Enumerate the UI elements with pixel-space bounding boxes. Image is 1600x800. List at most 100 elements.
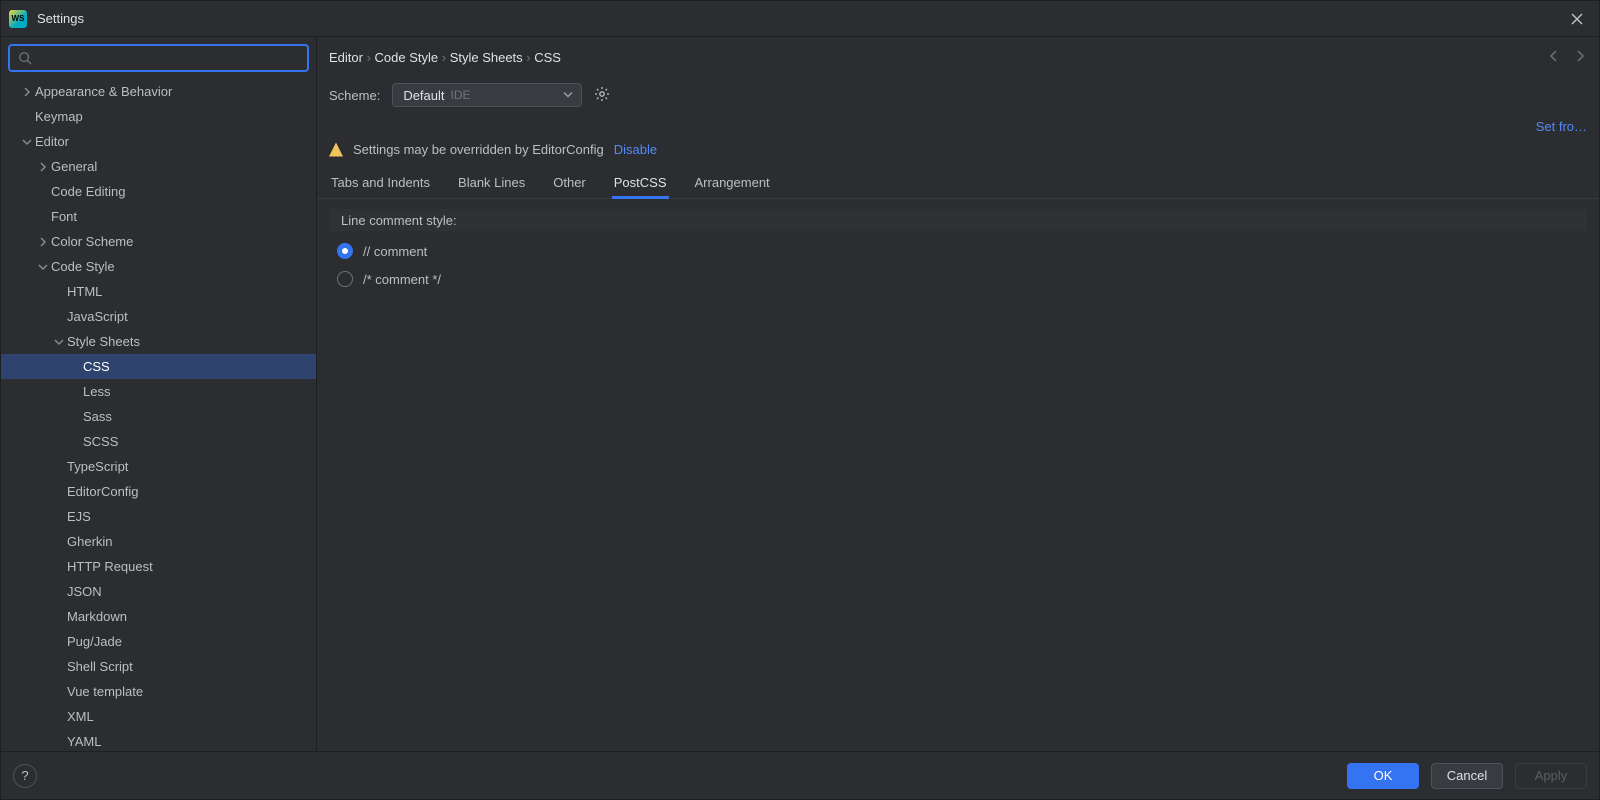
tree-item[interactable]: SCSS	[1, 429, 316, 454]
chevron-right-icon	[35, 237, 51, 247]
search-input[interactable]	[38, 51, 299, 66]
arrow-right-icon	[1573, 49, 1587, 63]
tree-item[interactable]: YAML	[1, 729, 316, 751]
tree-item[interactable]: JavaScript	[1, 304, 316, 329]
tree-item-label: Code Style	[51, 259, 115, 274]
tree-item-label: Less	[83, 384, 110, 399]
radio-label: // comment	[363, 244, 427, 259]
chevron-down-icon	[19, 137, 35, 147]
tree-item-label: Keymap	[35, 109, 83, 124]
tree-item-label: Pug/Jade	[67, 634, 122, 649]
gear-icon	[594, 86, 610, 102]
help-button[interactable]: ?	[13, 764, 37, 788]
settings-tree[interactable]: Appearance & Behavior Keymap Editor General…	[1, 79, 316, 751]
tree-item[interactable]: EditorConfig	[1, 479, 316, 504]
scheme-actions-button[interactable]	[594, 86, 610, 105]
tree-item[interactable]: Gherkin	[1, 529, 316, 554]
tab-other[interactable]: Other	[551, 169, 588, 199]
tree-item[interactable]: Code Editing	[1, 179, 316, 204]
disable-editorconfig-link[interactable]: Disable	[614, 142, 657, 157]
apply-label: Apply	[1535, 768, 1568, 783]
dialog-footer: ? OK Cancel Apply	[1, 751, 1599, 799]
chevron-right-icon	[19, 87, 35, 97]
search-field[interactable]	[8, 44, 309, 72]
tree-item-label: CSS	[83, 359, 110, 374]
tree-item-label: TypeScript	[67, 459, 128, 474]
tab-arrangement[interactable]: Arrangement	[693, 169, 772, 199]
tree-item[interactable]: Code Style	[1, 254, 316, 279]
tree-item-label: JSON	[67, 584, 102, 599]
scheme-label: Scheme:	[329, 88, 380, 103]
tab-blank-lines[interactable]: Blank Lines	[456, 169, 527, 199]
tree-item[interactable]: Editor	[1, 129, 316, 154]
tree-item-label: Appearance & Behavior	[35, 84, 172, 99]
tree-item[interactable]: CSS	[1, 354, 316, 379]
chevron-down-icon	[35, 262, 51, 272]
warning-text: Settings may be overridden by EditorConf…	[353, 142, 604, 157]
titlebar: WS Settings	[1, 1, 1599, 37]
tree-item[interactable]: Pug/Jade	[1, 629, 316, 654]
tree-item-label: JavaScript	[67, 309, 128, 324]
tree-item-label: SCSS	[83, 434, 118, 449]
radio-label: /* comment */	[363, 272, 441, 287]
scheme-dropdown[interactable]: Default IDE	[392, 83, 582, 107]
tree-item[interactable]: EJS	[1, 504, 316, 529]
nav-forward-button[interactable]	[1573, 49, 1587, 66]
radio-icon	[337, 243, 353, 259]
tab-postcss[interactable]: PostCSS	[612, 169, 669, 199]
tree-item-label: Vue template	[67, 684, 143, 699]
settings-content: Editor › Code Style › Style Sheets › CSS…	[317, 37, 1599, 751]
section-header-label: Line comment style:	[341, 213, 457, 228]
tree-item-label: Sass	[83, 409, 112, 424]
cancel-label: Cancel	[1447, 768, 1487, 783]
app-logo-icon: WS	[9, 10, 27, 28]
tree-item[interactable]: General	[1, 154, 316, 179]
tree-item-label: Code Editing	[51, 184, 125, 199]
tree-item[interactable]: Less	[1, 379, 316, 404]
close-button[interactable]	[1563, 5, 1591, 33]
tree-item-label: EJS	[67, 509, 91, 524]
comment-style-option[interactable]: /* comment */	[329, 265, 1587, 293]
chevron-down-icon	[563, 88, 573, 103]
tree-item[interactable]: TypeScript	[1, 454, 316, 479]
tree-item[interactable]: HTTP Request	[1, 554, 316, 579]
tab-tabs-and-indents[interactable]: Tabs and Indents	[329, 169, 432, 199]
ok-button[interactable]: OK	[1347, 763, 1419, 789]
breadcrumb-item[interactable]: Style Sheets	[450, 50, 523, 65]
scheme-value: Default	[403, 88, 444, 103]
tree-item[interactable]: Keymap	[1, 104, 316, 129]
ok-label: OK	[1374, 768, 1393, 783]
window-title: Settings	[37, 11, 1563, 26]
warning-icon	[329, 143, 343, 157]
tree-item-label: General	[51, 159, 97, 174]
tree-item-label: HTTP Request	[67, 559, 153, 574]
comment-style-option[interactable]: // comment	[329, 237, 1587, 265]
apply-button: Apply	[1515, 763, 1587, 789]
set-from-link[interactable]: Set fro…	[1536, 119, 1587, 134]
tree-item-label: XML	[67, 709, 94, 724]
editorconfig-warning: Settings may be overridden by EditorConf…	[317, 142, 1599, 169]
tree-item[interactable]: Vue template	[1, 679, 316, 704]
tree-item[interactable]: HTML	[1, 279, 316, 304]
tree-item[interactable]: Markdown	[1, 604, 316, 629]
tree-item[interactable]: Color Scheme	[1, 229, 316, 254]
tree-item[interactable]: JSON	[1, 579, 316, 604]
breadcrumb-item[interactable]: CSS	[534, 50, 561, 65]
postcss-panel: Line comment style: // comment /* comment…	[317, 199, 1599, 751]
tree-item[interactable]: Sass	[1, 404, 316, 429]
cancel-button[interactable]: Cancel	[1431, 763, 1503, 789]
tree-item-label: EditorConfig	[67, 484, 139, 499]
tree-item-label: Gherkin	[67, 534, 113, 549]
tree-item[interactable]: Style Sheets	[1, 329, 316, 354]
breadcrumb-item[interactable]: Code Style	[375, 50, 439, 65]
tree-item[interactable]: Shell Script	[1, 654, 316, 679]
tree-item[interactable]: Font	[1, 204, 316, 229]
tree-item[interactable]: XML	[1, 704, 316, 729]
scheme-scope: IDE	[451, 88, 471, 102]
breadcrumb-item[interactable]: Editor	[329, 50, 363, 65]
search-icon	[18, 51, 32, 65]
nav-back-button[interactable]	[1547, 49, 1561, 66]
chevron-right-icon	[35, 162, 51, 172]
chevron-down-icon	[51, 337, 67, 347]
tree-item[interactable]: Appearance & Behavior	[1, 79, 316, 104]
